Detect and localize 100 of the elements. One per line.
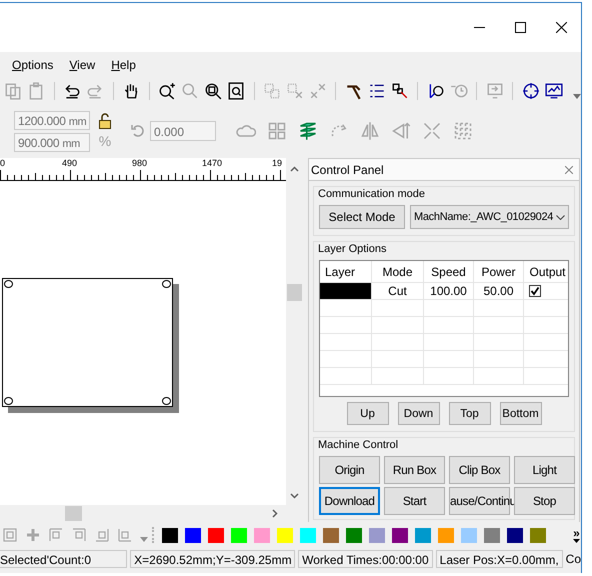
scroll-up-icon[interactable] [290,166,299,172]
machine-button[interactable]: Origin [319,456,380,484]
color-swatch[interactable] [300,528,316,542]
table-cell [424,300,474,317]
rotation-field[interactable]: 0.000 [150,121,216,141]
color-swatch[interactable] [530,528,546,542]
menu-item[interactable]: Options [12,58,54,72]
table-cell [424,317,474,334]
table-cell [320,334,372,351]
table-cell: 100.00 [424,283,474,300]
list-icon[interactable] [368,82,386,100]
zoom-in-icon[interactable] [158,82,176,100]
ruler-label: 1470 [202,158,222,169]
table-cell [372,317,424,334]
menu-item[interactable]: Help [111,58,136,72]
table-cell [320,317,372,334]
table-cell [424,334,474,351]
device-dropdown[interactable]: MachName:_AWC_01029024 [410,205,569,229]
table-cell [474,317,524,334]
hand-icon[interactable] [122,82,140,100]
page-zoom-icon[interactable] [227,82,246,100]
group-title: Machine Control [318,439,398,451]
machine-button[interactable]: Start [384,487,445,515]
color-swatch[interactable] [277,528,293,542]
table-cell [372,334,424,351]
column-header: Output [524,261,568,283]
scroll-right-icon[interactable] [272,509,278,518]
maximize-icon[interactable] [515,22,526,33]
color-swatch[interactable] [254,528,270,542]
column-header: Speed [424,261,474,283]
more-colors-button[interactable]: » [573,527,580,539]
rotate-icon [130,123,146,139]
size-field[interactable]: 900.000 mm [14,132,90,152]
layer-order-button[interactable]: Down [398,402,440,425]
table-cell [372,300,424,317]
column-header: Power [474,261,524,283]
crosshair-icon[interactable] [522,82,540,100]
color-swatch[interactable] [231,528,247,542]
table-cell: 50.00 [474,283,524,300]
node-arrow-icon[interactable] [390,82,409,100]
layer-order-button[interactable]: Bottom [500,402,542,425]
scrollbar-thumb[interactable] [65,506,82,521]
node-circle-icon[interactable] [426,82,445,100]
group-title: Layer Options [318,243,386,255]
chevron-down-icon[interactable] [556,214,565,220]
color-swatch[interactable] [392,528,408,542]
scrollbar-thumb[interactable] [287,284,302,301]
table-cell [424,368,474,385]
color-swatch[interactable] [438,528,454,542]
lock-icon[interactable] [98,113,112,129]
color-swatch[interactable] [369,528,385,542]
table-cell [474,334,524,351]
menu-item[interactable]: View [69,58,96,72]
table-cell [372,368,424,385]
table-cell [320,351,372,368]
machine-button[interactable]: Stop [514,487,575,515]
color-swatch[interactable] [484,528,500,542]
magnifier-icon[interactable] [204,82,222,100]
monitor-icon[interactable] [544,82,563,100]
status-text: Selected'Count:0 [0,550,128,568]
panel-title: Control Panel [311,162,384,176]
status-text: Laser Pos:X=0.00mm, [436,550,563,568]
status-text: Worked Times:00:00:00 [298,550,433,568]
table-cell [424,351,474,368]
color-swatch[interactable] [208,528,224,542]
size-field[interactable]: 1200.000 mm [14,110,90,130]
machine-button[interactable]: Run Box [384,456,445,484]
output-checkbox[interactable] [529,285,541,297]
group-title: Communication mode [318,188,425,200]
select-mode-button[interactable]: Select Mode [319,205,405,229]
color-swatch[interactable] [507,528,523,542]
layer-color[interactable] [320,283,371,299]
close-icon[interactable] [556,22,567,33]
layer-order-button[interactable]: Top [448,402,490,425]
table-cell [474,368,524,385]
color-swatch[interactable] [415,528,431,542]
ruler-label: 0 [0,158,6,169]
machine-button[interactable]: Light [514,456,575,484]
status-text: Co [566,551,581,568]
table-cell [474,351,524,368]
table-cell: Cut [372,283,424,300]
color-swatch[interactable] [323,528,339,542]
scroll-down-icon[interactable] [290,493,299,499]
machine-button[interactable]: Download [319,487,380,515]
color-swatch[interactable] [461,528,477,542]
caret-icon[interactable] [573,539,580,543]
scale-label: % [98,133,112,149]
color-swatch[interactable] [185,528,201,542]
layers-icon[interactable] [298,121,318,141]
ruler-label: 490 [62,158,78,169]
color-swatch[interactable] [162,528,178,542]
ruler-label: 980 [132,158,148,169]
layer-order-button[interactable]: Up [346,402,388,425]
column-header: Mode [372,261,424,283]
table-cell [320,368,372,385]
ruler-label: 19 [272,158,282,169]
undo-icon[interactable] [63,82,82,100]
table-cell [474,300,524,317]
machine-button[interactable]: Clip Box [449,456,510,484]
color-swatch[interactable] [346,528,362,542]
